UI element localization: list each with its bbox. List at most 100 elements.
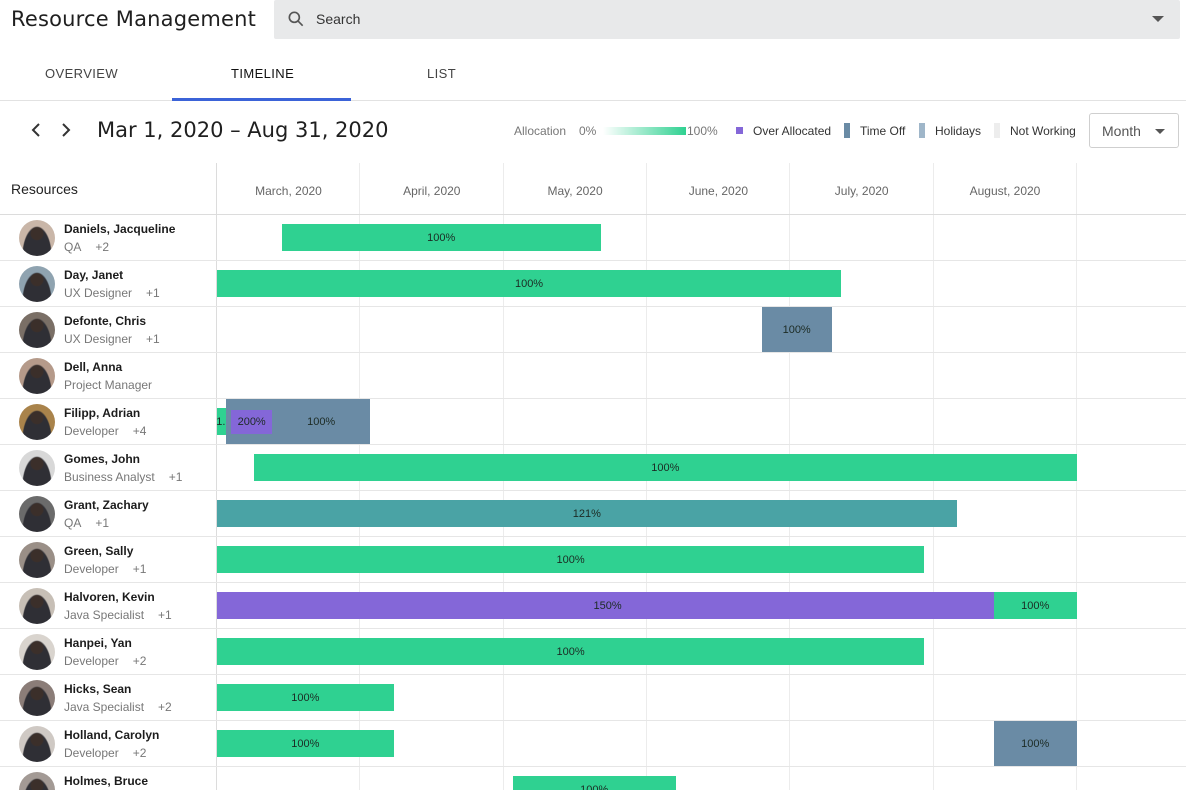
resource-name[interactable]: Dell, Anna [64,360,122,374]
search-bar[interactable]: Search [274,0,1180,39]
resource-role-text: Business Analyst [64,470,155,484]
resource-row[interactable]: Halvoren, Kevin Java Specialist +1 150% 100% [0,583,1186,629]
legend-over-allocated-swatch [736,127,743,134]
legend-allocation-label: Allocation [514,124,567,138]
legend-holidays-swatch [919,123,925,138]
resource-name[interactable]: Filipp, Adrian [64,406,140,420]
legend-allocation-min: 0% [579,124,597,138]
resource-name[interactable]: Daniels, Jacqueline [64,222,175,236]
resource-extra-roles-badge[interactable]: +1 [146,286,160,300]
resource-name[interactable]: Gomes, John [64,452,140,466]
resource-role-text: Developer [64,424,119,438]
avatar [19,588,55,624]
allocation-bar-time-off[interactable]: 100% [993,721,1077,766]
app-title: Resource Management [11,7,257,31]
allocation-bar-over-allocated[interactable]: 150% [217,592,999,619]
allocation-bar-allocated[interactable]: 100% [253,454,1077,481]
resource-extra-roles-badge[interactable]: +2 [133,746,147,760]
chevron-down-icon[interactable] [1152,16,1164,22]
search-input[interactable]: Search [316,11,360,27]
allocation-bar-allocated[interactable]: 100% [993,592,1077,619]
allocation-bar-allocated[interactable]: 100% [217,270,842,297]
resource-role-text: Java Specialist [64,608,145,622]
resource-extra-roles-badge[interactable]: +1 [169,470,183,484]
tab-list[interactable]: LIST [427,66,456,81]
month-header: April, 2020 [403,184,461,198]
avatar [19,634,55,670]
avatar [19,220,55,256]
allocation-bar-allocated[interactable]: 100% [217,546,925,573]
allocation-bar-partial[interactable]: 121% [217,500,957,527]
resource-row[interactable]: Holland, Carolyn Developer +2 100% 100% [0,721,1186,767]
resource-role: UX Designer +1 [64,332,160,346]
resource-name[interactable]: Halvoren, Kevin [64,590,155,604]
resource-extra-roles-badge[interactable]: +1 [95,516,109,530]
view-select-value: Month [1102,123,1141,139]
resource-extra-roles-badge[interactable]: +4 [133,424,147,438]
resource-name[interactable]: Hicks, Sean [64,682,131,696]
resource-role-text: UX Designer [64,286,133,300]
allocation-bar-over-allocated[interactable]: 200% [230,410,273,434]
chevron-right-icon[interactable] [58,121,74,139]
resource-role: Java Specialist +1 [64,608,172,622]
legend-allocation-max: 100% [687,124,718,138]
resource-role: Java Specialist +2 [64,700,172,714]
view-tabs: OVERVIEW TIMELINE LIST [0,48,1186,101]
resource-row[interactable]: Gomes, John Business Analyst +1 100% [0,445,1186,491]
allocation-bar-time-off[interactable]: 100% [761,307,832,352]
month-header: March, 2020 [255,184,322,198]
allocation-bar-allocated[interactable]: 100% [217,638,925,665]
resource-extra-roles-badge[interactable]: +2 [133,654,147,668]
resource-name[interactable]: Holmes, Bruce [64,774,148,788]
avatar [19,358,55,394]
chevron-left-icon[interactable] [28,121,44,139]
month-header: May, 2020 [547,184,603,198]
resource-name[interactable]: Grant, Zachary [64,498,149,512]
resource-row[interactable]: Hicks, Sean Java Specialist +2 100% [0,675,1186,721]
tab-overview[interactable]: OVERVIEW [45,66,118,81]
resource-name[interactable]: Hanpei, Yan [64,636,132,650]
date-range-title: Mar 1, 2020 – Aug 31, 2020 [97,118,389,142]
resource-row[interactable]: Daniels, Jacqueline QA +2 100% [0,215,1186,261]
resource-role-text: Project Manager [64,378,153,392]
resource-extra-roles-badge[interactable]: +2 [95,240,109,254]
allocation-bar-allocated[interactable]: 100% [512,776,676,790]
tab-timeline[interactable]: TIMELINE [231,66,294,81]
legend-over-allocated: Over Allocated [753,124,832,138]
view-select[interactable]: Month [1089,113,1179,148]
resource-role: Developer +2 [64,654,146,668]
avatar [19,680,55,716]
resource-row[interactable]: Green, Sally Developer +1 100% [0,537,1186,583]
chevron-down-icon [1155,129,1165,134]
resource-row[interactable]: Grant, Zachary QA +1 121% [0,491,1186,537]
allocation-bar-allocated[interactable]: 100% [217,684,394,711]
resource-row[interactable]: Holmes, Bruce 100% [0,767,1186,790]
resource-extra-roles-badge[interactable]: +1 [146,332,160,346]
month-header: June, 2020 [688,184,749,198]
resource-extra-roles-badge[interactable]: +2 [158,700,172,714]
resource-role-text: QA [64,516,82,530]
resource-row[interactable]: Filipp, Adrian Developer +4 1... 200% 100% [0,399,1186,445]
resource-role-text: Developer [64,562,119,576]
active-tab-indicator [172,98,351,101]
resource-role: QA +2 [64,240,109,254]
allocation-bar-time-off-text[interactable]: 100% [272,399,369,444]
resource-row[interactable]: Day, Janet UX Designer +1 100% [0,261,1186,307]
resource-name[interactable]: Holland, Carolyn [64,728,159,742]
avatar [19,542,55,578]
resource-name[interactable]: Day, Janet [64,268,123,282]
resource-name[interactable]: Defonte, Chris [64,314,146,328]
resource-row[interactable]: Dell, Anna Project Manager [0,353,1186,399]
resource-row[interactable]: Defonte, Chris UX Designer +1 100% [0,307,1186,353]
resource-extra-roles-badge[interactable]: +1 [133,562,147,576]
resource-role: QA +1 [64,516,109,530]
avatar [19,312,55,348]
allocation-bar-allocated[interactable]: 100% [281,224,601,251]
resource-role: UX Designer +1 [64,286,160,300]
resource-extra-roles-badge[interactable]: +1 [158,608,172,622]
resource-role-text: QA [64,240,82,254]
resource-name[interactable]: Green, Sally [64,544,133,558]
allocation-gradient-scale [603,127,686,135]
allocation-bar-allocated[interactable]: 100% [217,730,394,757]
resource-row[interactable]: Hanpei, Yan Developer +2 100% [0,629,1186,675]
